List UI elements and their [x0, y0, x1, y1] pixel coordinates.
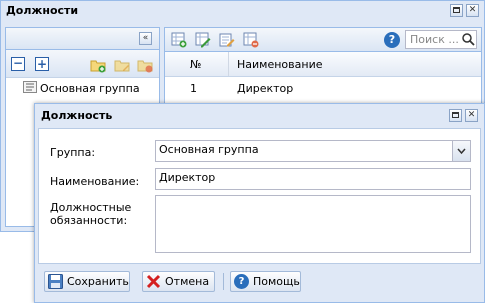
dialog-form: Группа: Основная группа Наименование: Ди…: [38, 128, 481, 264]
tree-item-label: Основная группа: [40, 82, 140, 95]
row-name: Директор: [237, 82, 294, 95]
tree-item[interactable]: Основная группа: [6, 79, 159, 97]
column-header-number[interactable]: №: [165, 52, 229, 76]
close-icon: ✕: [468, 5, 477, 15]
window-title: Должности: [6, 4, 79, 17]
delete-folder-icon[interactable]: [137, 57, 153, 73]
edit-row-icon[interactable]: [195, 32, 211, 48]
name-label: Наименование:: [50, 175, 140, 188]
grid-toolbar: ? Поиск ...: [165, 28, 481, 52]
maximize-icon: [453, 7, 460, 13]
table-row[interactable]: 1 Директор: [165, 77, 481, 99]
close-icon: ✕: [467, 110, 476, 120]
row-number: 1: [190, 82, 197, 95]
maximize-button[interactable]: [450, 4, 463, 17]
tree-toolbar: − +: [6, 50, 159, 78]
edit-icon[interactable]: [219, 32, 235, 48]
tree-collapse-bar: «: [6, 28, 159, 50]
name-input-value: Директор: [159, 171, 216, 184]
collapse-all-icon[interactable]: −: [11, 57, 25, 71]
edit-folder-icon[interactable]: [114, 57, 130, 73]
name-input[interactable]: Директор: [155, 168, 471, 190]
maximize-icon: [452, 112, 459, 118]
save-button[interactable]: Сохранить: [44, 271, 130, 292]
expand-all-icon[interactable]: +: [35, 57, 49, 71]
group-select-value: Основная группа: [159, 143, 259, 156]
collapse-panel-button[interactable]: «: [139, 32, 152, 45]
dialog-title: Должность: [41, 109, 113, 122]
column-header-name[interactable]: Наименование: [229, 52, 481, 76]
button-separator: [223, 273, 224, 290]
add-folder-icon[interactable]: [90, 57, 106, 73]
dialog-close-button[interactable]: ✕: [465, 109, 478, 122]
close-button[interactable]: ✕: [466, 4, 479, 17]
duties-label: Должностные обязанности:: [50, 201, 132, 227]
help-button[interactable]: ? Помощь: [230, 271, 301, 292]
grid-header: № Наименование: [165, 52, 481, 77]
help-icon: ?: [234, 274, 249, 289]
delete-row-icon[interactable]: [243, 32, 259, 48]
dialog-maximize-button[interactable]: [449, 109, 462, 122]
add-row-icon[interactable]: [171, 32, 187, 48]
double-chevron-left-icon: «: [142, 33, 149, 43]
group-icon: [23, 81, 37, 93]
floppy-disk-icon: [48, 274, 63, 289]
red-x-icon: [146, 274, 161, 289]
cancel-button[interactable]: Отмена: [142, 271, 215, 292]
search-placeholder: Поиск ...: [410, 33, 459, 46]
position-dialog: Должность ✕ Группа: Основная группа Наим…: [34, 103, 485, 303]
group-label: Группа:: [50, 146, 96, 159]
search-box[interactable]: Поиск ...: [405, 30, 477, 49]
duties-textarea[interactable]: [155, 195, 471, 253]
search-icon[interactable]: [461, 31, 475, 48]
help-icon[interactable]: ?: [384, 32, 400, 48]
group-select[interactable]: Основная группа: [155, 140, 471, 162]
chevron-down-icon[interactable]: [452, 141, 470, 161]
